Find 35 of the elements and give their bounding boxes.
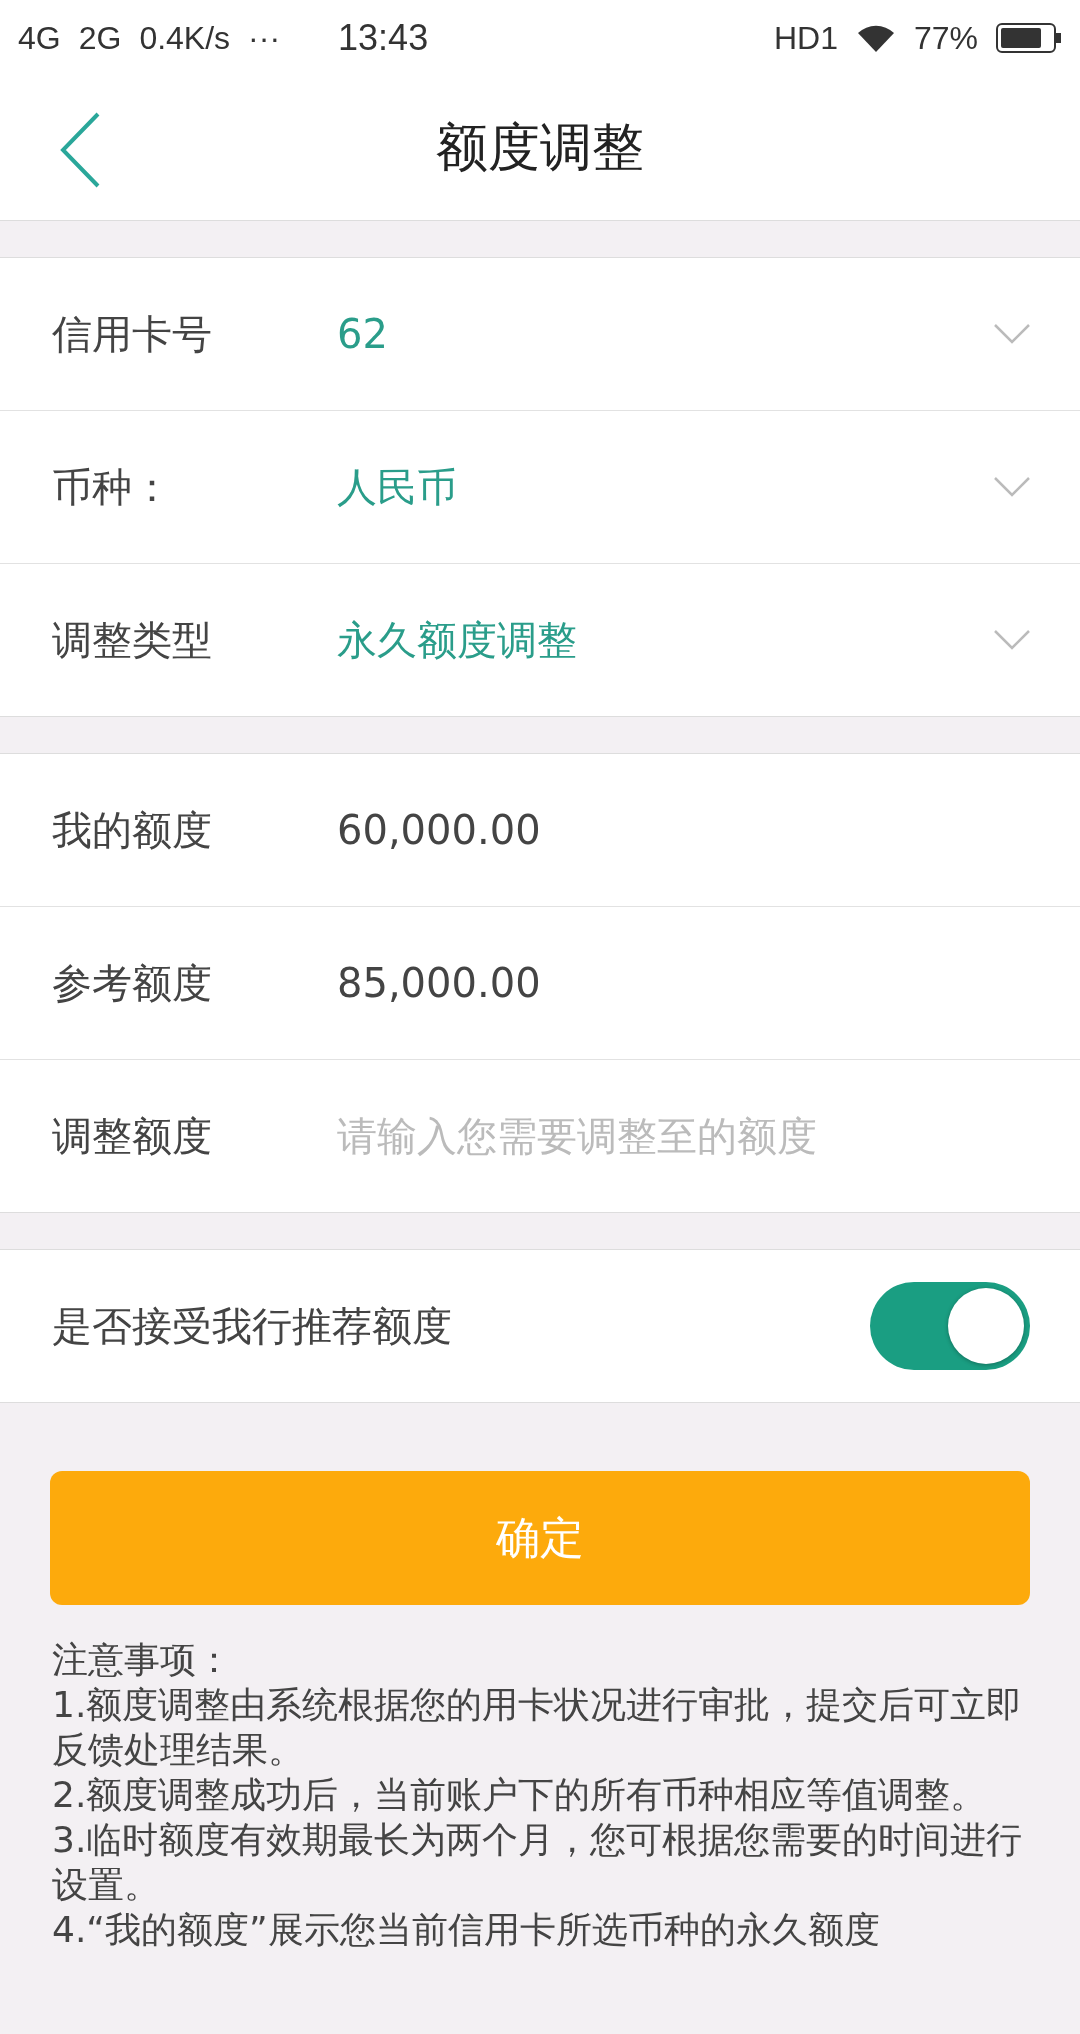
select-row[interactable]: 币种： 人民币 [0, 410, 1080, 563]
status-text: 0.4K/s [139, 19, 231, 57]
status-text: HD1 [773, 19, 838, 57]
amount-input-field[interactable]: 请输入您需要调整至的额度 [337, 1113, 1030, 1159]
field-label: 是否接受我行推荐额度 [52, 1301, 452, 1351]
field-value: 62 [337, 311, 389, 357]
field-label: 调整额度 [52, 1111, 213, 1161]
back-icon[interactable] [60, 112, 100, 188]
wifi-icon [855, 23, 896, 53]
status-text: 2G [78, 19, 122, 57]
status-time: 13:43 [338, 17, 430, 59]
page-title: 额度调整 [436, 116, 644, 179]
status-text: ··· [248, 19, 281, 57]
note-text: 3.临时额度有效期最长为两个月，您可根据您需要的时间进行设置。 [52, 1818, 1024, 1907]
note-text: 2.额度调整成功后，当前账户下的所有币种相应等值调整。 [52, 1773, 988, 1817]
status-text: 4G [18, 19, 61, 57]
field-value: 永久额度调整 [337, 615, 578, 665]
battery-text: 77% [913, 19, 978, 57]
chevron-down-icon [994, 324, 1030, 344]
field-value: 人民币 [337, 462, 458, 512]
chevron-down-icon [994, 630, 1030, 650]
field-label: 我的额度 [52, 805, 213, 855]
field-label: 参考额度 [52, 958, 213, 1008]
field-value: 85,000.00 [337, 960, 542, 1006]
battery-icon [996, 23, 1062, 53]
notes-title: 注意事项： [52, 1638, 233, 1682]
note-text: 4.“我的额度”展示您当前信用卡所选币种的永久额度 [52, 1908, 881, 1952]
select-row[interactable]: 信用卡号 62 [0, 258, 1080, 410]
field-value: 60,000.00 [337, 807, 542, 853]
chevron-down-icon [994, 477, 1030, 497]
note-text: 1.额度调整由系统根据您的用卡状况进行审批，提交后可立即反馈处理结果。 [52, 1683, 1024, 1772]
select-row[interactable]: 调整类型 永久额度调整 [0, 563, 1080, 716]
field-label: 币种： [52, 462, 173, 512]
field-label: 调整类型 [52, 615, 213, 665]
field-label: 信用卡号 [52, 309, 213, 359]
